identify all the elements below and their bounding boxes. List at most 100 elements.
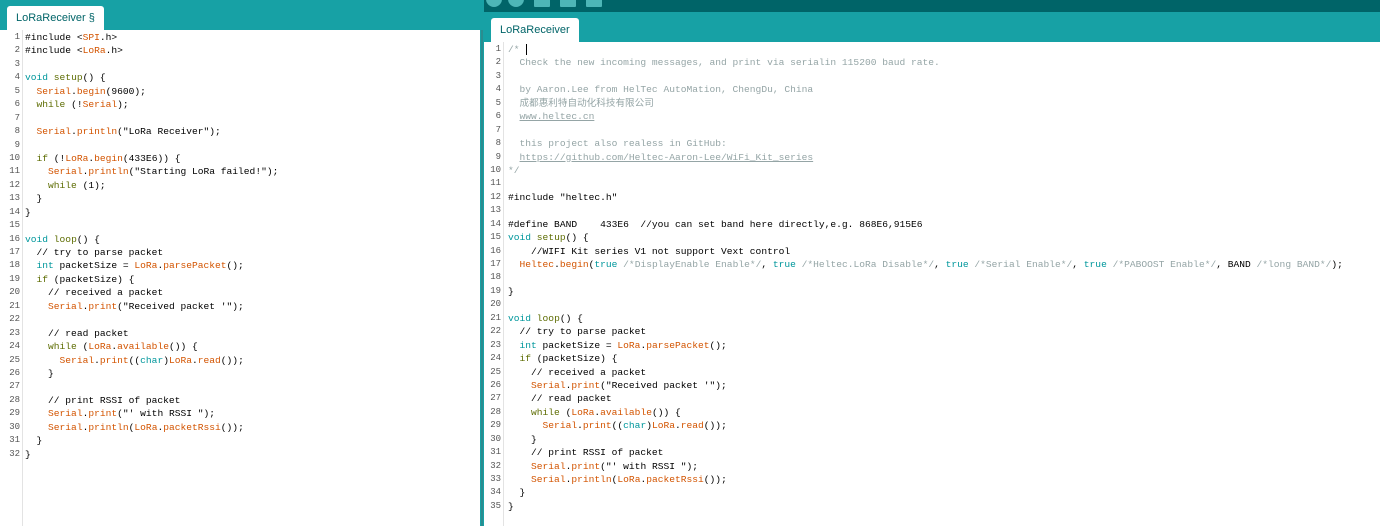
- code-line[interactable]: 26 Serial.print("Received packet '");: [484, 379, 1380, 392]
- code-line[interactable]: 13 }: [0, 192, 480, 205]
- code-line[interactable]: 16 void loop() {: [0, 233, 480, 246]
- code-line[interactable]: 4 void setup() {: [0, 71, 480, 84]
- code-line[interactable]: 25 // received a packet: [484, 366, 1380, 379]
- open-icon[interactable]: [560, 0, 576, 7]
- code-line[interactable]: 25 Serial.print((char)LoRa.read());: [0, 354, 480, 367]
- code-line[interactable]: 30 Serial.println(LoRa.packetRssi());: [0, 421, 480, 434]
- code-line[interactable]: 1 #include <SPI.h>: [0, 31, 480, 44]
- left-code-lines[interactable]: 1 #include <SPI.h> 2 #include <LoRa.h> 3 4 voi…: [0, 31, 480, 461]
- code-token: ((: [128, 354, 141, 366]
- code-line[interactable]: 10 if (!LoRa.begin(433E6)) {: [0, 152, 480, 165]
- code-line[interactable]: 5 成都惠利特自动化科技有限公司: [484, 97, 1380, 110]
- code-line[interactable]: 11: [484, 177, 1380, 190]
- line-number: 12: [490, 191, 501, 202]
- code-line[interactable]: 27 // read packet: [484, 392, 1380, 405]
- line-text: Serial.print((char)LoRa.read());: [508, 419, 727, 432]
- code-line[interactable]: 21 Serial.print("Received packet '");: [0, 300, 480, 313]
- code-line[interactable]: 10 */: [484, 164, 1380, 177]
- save-icon[interactable]: [586, 0, 602, 7]
- code-line[interactable]: 3: [484, 70, 1380, 83]
- code-line[interactable]: 19}: [484, 285, 1380, 298]
- code-line[interactable]: 13: [484, 204, 1380, 217]
- code-token: print: [88, 408, 118, 420]
- code-line[interactable]: 18 int packetSize = LoRa.parsePacket();: [0, 259, 480, 272]
- code-line[interactable]: 31 // print RSSI of packet: [484, 446, 1380, 459]
- code-line[interactable]: 2 Check the new incoming messages, and p…: [484, 56, 1380, 69]
- code-line[interactable]: 23 // read packet: [0, 327, 480, 340]
- left-code-editor[interactable]: 1 #include <SPI.h> 2 #include <LoRa.h> 3 4 voi…: [0, 30, 480, 526]
- code-line[interactable]: 23 int packetSize = LoRa.parsePacket();: [484, 339, 1380, 352]
- code-line[interactable]: 18: [484, 271, 1380, 284]
- code-line[interactable]: 17 Heltec.begin(true /*DisplayEnable Ena…: [484, 258, 1380, 271]
- code-line[interactable]: 22 // try to parse packet: [484, 325, 1380, 338]
- right-code-editor[interactable]: 1 /* 2 Check the new incoming messages, a…: [484, 42, 1380, 526]
- code-token: Heltec: [519, 259, 555, 270]
- code-line[interactable]: 26 }: [0, 367, 480, 380]
- line-text: Serial.begin(9600);: [25, 85, 146, 98]
- code-line[interactable]: 22: [0, 313, 480, 326]
- code-line[interactable]: 14 #define BAND 433E6 //you can set band …: [484, 218, 1380, 231]
- code-line[interactable]: 32}: [0, 448, 480, 461]
- code-token: loop: [536, 312, 560, 324]
- tab-loraReceiver[interactable]: LoRaReceiver: [491, 18, 579, 42]
- verify-icon[interactable]: [486, 0, 502, 7]
- code-line[interactable]: 21 void loop() {: [484, 312, 1380, 325]
- line-text: void setup() {: [508, 231, 589, 244]
- code-line[interactable]: 28 while (LoRa.available()) {: [484, 406, 1380, 419]
- code-line[interactable]: 12 #include "heltec.h": [484, 191, 1380, 204]
- upload-icon[interactable]: [508, 0, 524, 7]
- code-line[interactable]: 2 #include <LoRa.h>: [0, 44, 480, 57]
- line-text: by Aaron.Lee from HelTec AutoMation, Che…: [508, 83, 814, 96]
- code-line[interactable]: 33 Serial.println(LoRa.packetRssi());: [484, 473, 1380, 486]
- code-token: while: [36, 99, 66, 111]
- right-code-lines[interactable]: 1 /* 2 Check the new incoming messages, a…: [484, 43, 1380, 513]
- code-line[interactable]: 12 while (1);: [0, 179, 480, 192]
- code-line[interactable]: 29 Serial.print("' with RSSI ");: [0, 407, 480, 420]
- code-line[interactable]: 34 }: [484, 486, 1380, 499]
- code-line[interactable]: 24 while (LoRa.available()) {: [0, 340, 480, 353]
- code-line[interactable]: 8 Serial.println("LoRa Receiver");: [0, 125, 480, 138]
- code-line[interactable]: 31 }: [0, 434, 480, 447]
- code-line[interactable]: 1 /*: [484, 43, 1380, 56]
- code-token: void: [508, 232, 532, 244]
- code-line[interactable]: 8 this project also realess in GitHub:: [484, 137, 1380, 150]
- code-line[interactable]: 15 void setup() {: [484, 231, 1380, 244]
- code-line[interactable]: 14}: [0, 206, 480, 219]
- code-line[interactable]: 17 // try to parse packet: [0, 246, 480, 259]
- code-line[interactable]: 35}: [484, 500, 1380, 513]
- new-sketch-icon[interactable]: [534, 0, 550, 7]
- line-number: 19: [9, 273, 20, 284]
- code-token: ();: [226, 260, 244, 272]
- code-line[interactable]: 5 Serial.begin(9600);: [0, 85, 480, 98]
- code-line[interactable]: 11 Serial.println("Starting LoRa failed!…: [0, 165, 480, 178]
- code-line[interactable]: 24 if (packetSize) {: [484, 352, 1380, 365]
- code-line[interactable]: 16 //WIFI Kit series V1 not support Vext…: [484, 245, 1380, 258]
- code-token: Serial: [82, 99, 118, 111]
- code-line[interactable]: 20 // received a packet: [0, 286, 480, 299]
- code-line[interactable]: 6 www.heltec.cn: [484, 110, 1380, 123]
- code-line[interactable]: 27: [0, 380, 480, 393]
- code-token: () {: [82, 72, 106, 84]
- code-line[interactable]: 7: [484, 124, 1380, 137]
- code-token: , BAND: [1216, 259, 1257, 270]
- tab-loraReceiver-modified[interactable]: LoRaReceiver §: [7, 6, 104, 30]
- code-line[interactable]: 4 by Aaron.Lee from HelTec AutoMation, C…: [484, 83, 1380, 96]
- code-line[interactable]: 3: [0, 58, 480, 71]
- line-number: 24: [490, 353, 501, 364]
- code-token: parsePacket: [163, 260, 227, 272]
- code-token: (1);: [76, 179, 106, 191]
- code-line[interactable]: 9: [0, 139, 480, 152]
- code-line[interactable]: 29 Serial.print((char)LoRa.read());: [484, 419, 1380, 432]
- code-line[interactable]: 19 if (packetSize) {: [0, 273, 480, 286]
- code-line[interactable]: 15: [0, 219, 480, 232]
- code-line[interactable]: 9 https://github.com/Heltec-Aaron-Lee/Wi…: [484, 151, 1380, 164]
- code-token: Serial: [36, 85, 72, 97]
- code-line[interactable]: 6 while (!Serial);: [0, 98, 480, 111]
- code-line[interactable]: 30 }: [484, 433, 1380, 446]
- code-line[interactable]: 7: [0, 112, 480, 125]
- code-line[interactable]: 32 Serial.print("' with RSSI ");: [484, 460, 1380, 473]
- line-text: #include <LoRa.h>: [25, 44, 123, 57]
- code-line[interactable]: 28 // print RSSI of packet: [0, 394, 480, 407]
- code-line[interactable]: 20: [484, 298, 1380, 311]
- code-token: loop: [53, 233, 77, 245]
